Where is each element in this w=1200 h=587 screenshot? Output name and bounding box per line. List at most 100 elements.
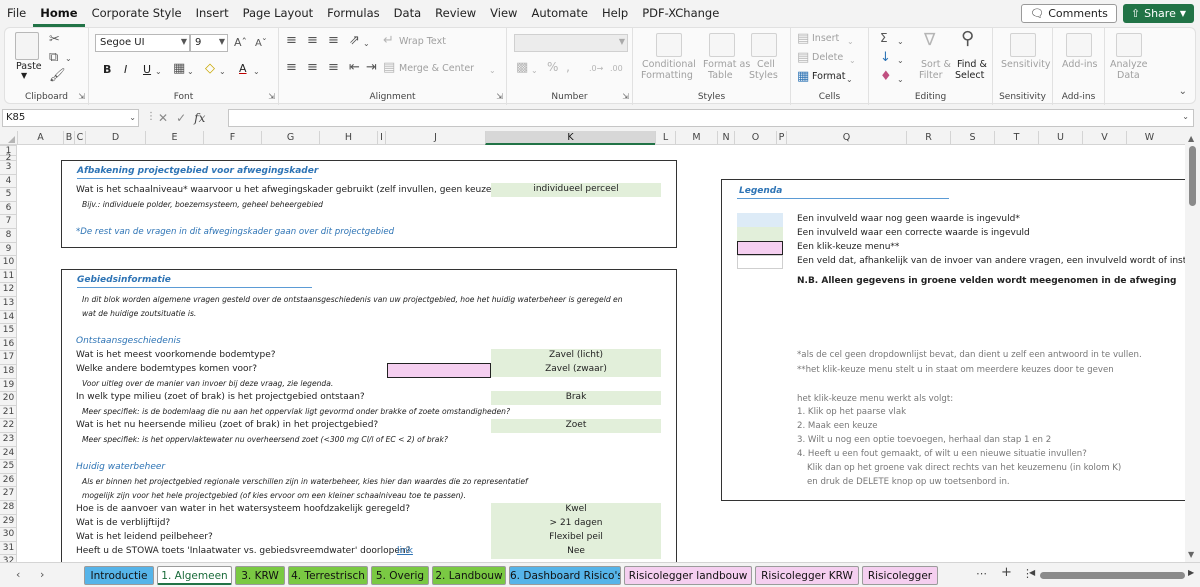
menu-insert[interactable]: Insert bbox=[189, 0, 236, 27]
row-header-11[interactable]: 11 bbox=[0, 268, 16, 283]
sheet-tab[interactable]: Risicolegger KRW bbox=[755, 566, 859, 585]
increase-font-icon[interactable]: Aˆ bbox=[234, 36, 247, 49]
bodemtype-picker[interactable] bbox=[387, 363, 491, 378]
analyze-data-button[interactable]: Analyze bbox=[1110, 59, 1147, 70]
find-select-icon[interactable]: ⚲ bbox=[961, 30, 974, 48]
chevron-down-icon[interactable]: ⌄ bbox=[489, 64, 496, 77]
bodemtype-answer[interactable]: Zavel (licht) bbox=[491, 349, 661, 363]
column-header-i[interactable]: I bbox=[377, 131, 385, 145]
row-header-20[interactable]: 20 bbox=[0, 391, 16, 405]
row-header-12[interactable]: 12 bbox=[0, 282, 16, 296]
format-painter-icon[interactable]: 🖌 bbox=[49, 69, 66, 82]
clear-icon[interactable]: ♦ bbox=[880, 70, 892, 83]
number-format-dropdown[interactable]: ▼ bbox=[514, 34, 628, 52]
menu-automate[interactable]: Automate bbox=[524, 0, 595, 27]
borders-icon[interactable]: ▦ bbox=[173, 62, 185, 75]
merge-center-button[interactable]: Merge & Center bbox=[399, 63, 474, 74]
collapse-ribbon-icon[interactable]: ⌄ bbox=[1179, 86, 1187, 97]
row-header-17[interactable]: 17 bbox=[0, 350, 16, 364]
format-cells-button[interactable]: Format bbox=[812, 71, 845, 82]
insert-cells-icon[interactable]: ▤ bbox=[797, 32, 809, 45]
find-select-button[interactable]: Find & bbox=[957, 59, 987, 70]
row-header-9[interactable]: 9 bbox=[0, 241, 16, 256]
row-header-15[interactable]: 15 bbox=[0, 323, 16, 337]
select-all-button[interactable] bbox=[0, 131, 17, 145]
decrease-decimal-icon[interactable]: .00 bbox=[610, 62, 623, 75]
chevron-down-icon[interactable]: ⌄ bbox=[897, 73, 904, 86]
chevron-down-icon[interactable]: ⌄ bbox=[219, 65, 226, 78]
column-header-l[interactable]: L bbox=[655, 131, 675, 145]
row-header-21[interactable]: 21 bbox=[0, 404, 16, 419]
italic-button[interactable]: I bbox=[124, 63, 127, 76]
sheet-tab[interactable]: Introductie bbox=[84, 566, 154, 585]
cancel-icon[interactable]: ✕ bbox=[158, 111, 168, 125]
comments-button[interactable]: 🗨 Comments bbox=[1021, 4, 1117, 23]
aanvoer-answer[interactable]: Kwel bbox=[491, 503, 661, 517]
add-sheet-icon[interactable]: + bbox=[1001, 565, 1012, 580]
delete-cells-icon[interactable]: ▤ bbox=[797, 51, 809, 64]
menu-page-layout[interactable]: Page Layout bbox=[236, 0, 321, 27]
font-name-dropdown[interactable]: Segoe UI ▼ bbox=[95, 34, 190, 52]
row-header-16[interactable]: 16 bbox=[0, 336, 16, 351]
column-header-m[interactable]: M bbox=[675, 131, 717, 145]
paste-chevron-icon[interactable]: ▼ bbox=[21, 71, 27, 80]
align-right-icon[interactable]: ≡ bbox=[328, 61, 339, 74]
row-header-13[interactable]: 13 bbox=[0, 296, 16, 310]
analyze-data-icon[interactable] bbox=[1116, 33, 1142, 57]
chevron-down-icon[interactable]: ⌄ bbox=[847, 35, 854, 48]
menu-file[interactable]: File bbox=[0, 0, 33, 27]
sort-filter-button[interactable]: Sort & bbox=[921, 59, 951, 70]
scroll-left-icon[interactable]: ◀ bbox=[1029, 568, 1035, 577]
addins-icon[interactable] bbox=[1066, 33, 1092, 57]
chevron-down-icon[interactable]: ⌄ bbox=[363, 37, 370, 50]
font-launcher-icon[interactable]: ⇲ bbox=[268, 92, 275, 101]
align-middle-icon[interactable]: ≡ bbox=[307, 34, 318, 47]
row-header-8[interactable]: 8 bbox=[0, 228, 16, 242]
row-header-31[interactable]: 31 bbox=[0, 540, 16, 555]
more-sheets-icon[interactable]: ⋯ bbox=[976, 567, 987, 580]
paste-icon[interactable] bbox=[15, 32, 39, 60]
column-header-j[interactable]: J bbox=[385, 131, 485, 145]
clipboard-launcher-icon[interactable]: ⇲ bbox=[78, 92, 85, 101]
scroll-up-icon[interactable]: ▲ bbox=[1188, 134, 1194, 143]
verblijftijd-answer[interactable]: > 21 dagen bbox=[491, 517, 661, 531]
column-header-q[interactable]: Q bbox=[786, 131, 906, 145]
chevron-down-icon[interactable]: ⌄ bbox=[187, 65, 194, 78]
sensitivity-button[interactable]: Sensitivity bbox=[1001, 59, 1050, 70]
sheet-tab[interactable]: Risicolegger landbouw bbox=[624, 566, 752, 585]
row-header-25[interactable]: 25 bbox=[0, 459, 16, 473]
copy-icon[interactable]: ⧉ bbox=[49, 51, 58, 64]
increase-indent-icon[interactable]: ⇥ bbox=[366, 61, 377, 74]
column-header-s[interactable]: S bbox=[950, 131, 994, 145]
row-header-5[interactable]: 5 bbox=[0, 187, 16, 201]
row-header-32[interactable]: 32 bbox=[0, 554, 16, 562]
orientation-icon[interactable]: ⇗ bbox=[349, 34, 360, 47]
align-left-icon[interactable]: ≡ bbox=[286, 61, 297, 74]
align-bottom-icon[interactable]: ≡ bbox=[328, 34, 339, 47]
wrap-text-button[interactable]: Wrap Text bbox=[399, 36, 446, 47]
worksheet-grid[interactable]: Afbakening projectgebied voor afwegingsk… bbox=[17, 145, 1185, 562]
row-header-14[interactable]: 14 bbox=[0, 309, 16, 324]
row-header-28[interactable]: 28 bbox=[0, 500, 16, 514]
row-header-6[interactable]: 6 bbox=[0, 200, 16, 215]
column-header-p[interactable]: P bbox=[776, 131, 786, 145]
milieu-heersend-answer[interactable]: Zoet bbox=[491, 419, 661, 433]
column-header-g[interactable]: G bbox=[261, 131, 319, 145]
formula-input[interactable]: ⌄ bbox=[228, 109, 1194, 127]
format-as-table-button[interactable]: Format as bbox=[703, 59, 750, 70]
row-header-24[interactable]: 24 bbox=[0, 445, 16, 460]
column-header-b[interactable]: B bbox=[63, 131, 74, 145]
format-as-table-icon[interactable] bbox=[709, 33, 735, 57]
copy-chevron-icon[interactable]: ⌄ bbox=[65, 52, 72, 65]
enter-icon[interactable]: ✓ bbox=[176, 111, 186, 125]
row-header-18[interactable]: 18 bbox=[0, 364, 16, 378]
row-header-27[interactable]: 27 bbox=[0, 486, 16, 500]
paste-button[interactable]: Paste bbox=[16, 61, 42, 72]
sort-filter-icon[interactable]: ∇ bbox=[924, 32, 935, 49]
format-cells-icon[interactable]: ▦ bbox=[797, 70, 809, 83]
row-header-30[interactable]: 30 bbox=[0, 527, 16, 541]
schaalniveau-answer[interactable]: individueel perceel bbox=[491, 183, 661, 197]
cut-icon[interactable]: ✂ bbox=[49, 33, 60, 46]
chevron-down-icon[interactable]: ⌄ bbox=[846, 73, 853, 86]
vertical-scrollbar[interactable]: ▲ ▼ bbox=[1185, 131, 1200, 562]
